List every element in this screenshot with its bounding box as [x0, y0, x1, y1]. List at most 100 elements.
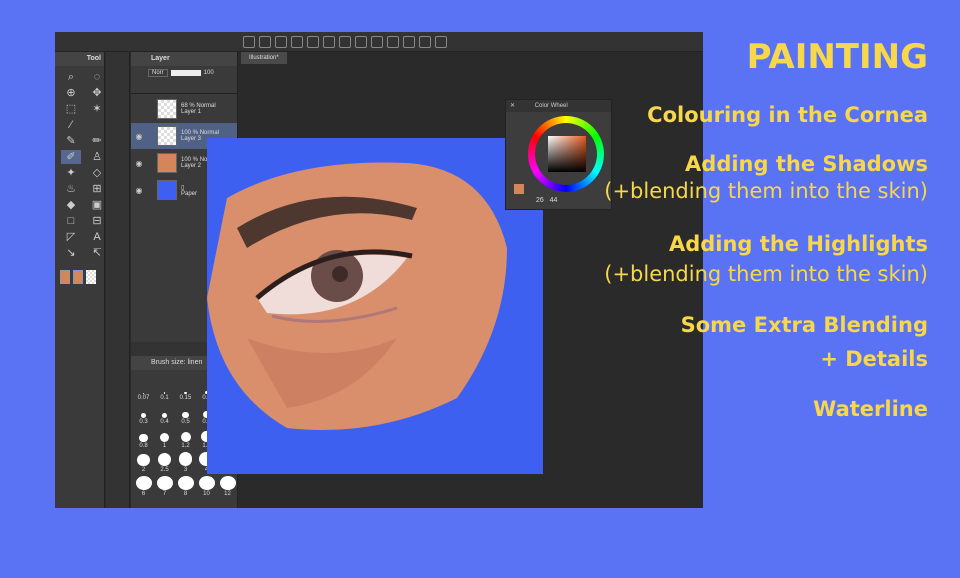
shape-tool-icon[interactable]: □	[61, 214, 81, 228]
brush-size-option[interactable]: 0.07	[134, 380, 153, 402]
main-toolbar	[55, 32, 703, 52]
tool-panel: Tool ⌕ ◌ ⊕ ✥ ⬚ ✶ ⁄ ✎ ✏ ✐ ♙ ✦ ◇ ♨ ⊞ ◆ ▣ □ ⊟ ◸ A ↘ ↸	[55, 52, 105, 508]
selection-icon[interactable]	[339, 36, 351, 48]
selection-tool-icon[interactable]: ⬚	[61, 102, 81, 116]
main-color-swatch[interactable]	[60, 270, 70, 284]
step-3: Adding the Highlights	[668, 232, 928, 256]
brush-preview-dot	[139, 433, 148, 442]
brush-size-option[interactable]: 10	[197, 476, 216, 498]
open-icon[interactable]	[291, 36, 303, 48]
brush-size-option[interactable]: 0.5	[176, 404, 195, 426]
snap-icon[interactable]	[403, 36, 415, 48]
brush-size-option[interactable]: 0.1	[155, 380, 174, 402]
blend-mode-select[interactable]: Norr	[148, 69, 168, 77]
move-tool-icon[interactable]: ✥	[87, 86, 107, 100]
magic-wand-icon[interactable]: ✶	[87, 102, 107, 116]
current-color[interactable]	[514, 184, 524, 194]
brush-preview-dot	[143, 393, 144, 394]
close-icon[interactable]: ✕	[510, 103, 515, 109]
brush-size-label: 10	[203, 491, 210, 497]
transform-icon[interactable]	[323, 36, 335, 48]
correct-line-icon[interactable]: ↸	[87, 246, 107, 260]
brush-size-option[interactable]: 0.3	[134, 404, 153, 426]
brush-size-option[interactable]: 3	[176, 452, 195, 474]
color-swatches	[55, 264, 104, 290]
brush-size-label: 12	[224, 491, 231, 497]
brush-preview-dot	[159, 432, 170, 442]
rotate-tool-icon[interactable]: ◌	[87, 70, 107, 84]
undo-icon[interactable]	[243, 36, 255, 48]
side-icon-strip	[106, 52, 130, 508]
opacity-slider[interactable]	[170, 70, 201, 76]
layer-mode: Normal	[199, 130, 220, 136]
eye-icon[interactable]: ◉	[131, 159, 147, 168]
step-3-note: (+blending them into the skin)	[604, 262, 928, 286]
brush-size-label: 6	[141, 491, 146, 497]
transparent-color-swatch[interactable]	[86, 270, 96, 284]
color-wheel-title: Color Wheel	[534, 103, 568, 109]
airbrush-tool-icon[interactable]: ♙	[87, 150, 107, 164]
pencil-tool-icon[interactable]: ✏	[87, 134, 107, 148]
opacity-value[interactable]: 100	[204, 70, 214, 76]
balloon-tool-icon[interactable]: ↘	[61, 246, 81, 260]
step-2: Adding the Shadows	[685, 152, 928, 176]
layer-row[interactable]: 68 % Normal Layer 1	[131, 96, 237, 122]
brush-size-label: 0.3	[139, 419, 148, 425]
brush-size-option[interactable]: 1	[155, 428, 174, 450]
step-5: Waterline	[813, 397, 928, 421]
brush-preview-dot	[198, 476, 215, 490]
frame-tool-icon[interactable]: ⊟	[87, 214, 107, 228]
eye-icon[interactable]: ◉	[131, 132, 147, 141]
brush-size-option[interactable]: 0.8	[134, 428, 153, 450]
brush-size-option[interactable]: 2	[134, 452, 153, 474]
blend-tool-icon[interactable]: ♨	[61, 182, 81, 196]
brush-tool-icon[interactable]: ✐	[61, 150, 81, 164]
brush-size-option[interactable]: 0.4	[155, 404, 174, 426]
brush-size-option[interactable]: 6	[134, 476, 153, 498]
layer-panel-title: Layer	[131, 52, 237, 66]
eye-icon[interactable]: ◉	[131, 186, 147, 195]
sub-color-swatch[interactable]	[73, 270, 83, 284]
brush-size-option[interactable]: 2.5	[155, 452, 174, 474]
fill-icon[interactable]	[355, 36, 367, 48]
brush-size-label: 0.8	[139, 443, 148, 449]
eye-painting	[207, 162, 507, 430]
brush-size-option[interactable]: 12	[218, 476, 237, 498]
pen-pressure-icon[interactable]	[419, 36, 431, 48]
saturation-value: 44	[549, 197, 558, 204]
eyedropper-icon[interactable]: ⁄	[61, 118, 81, 132]
layer-thumbnail	[157, 126, 177, 146]
ruler-tool-icon[interactable]: ◸	[61, 230, 81, 244]
drawing-canvas[interactable]	[207, 138, 543, 474]
brush-preview-dot	[156, 476, 173, 490]
operation-tool-icon[interactable]: ⊕	[61, 86, 81, 100]
save-icon[interactable]	[307, 36, 319, 48]
brush-preview-dot	[158, 453, 171, 466]
text-tool-icon[interactable]: A	[87, 230, 107, 244]
layer-name: Layer 1	[181, 109, 202, 115]
brush-size-option[interactable]: 0.15	[176, 380, 195, 402]
layer-icon[interactable]	[435, 36, 447, 48]
crop-icon[interactable]	[371, 36, 383, 48]
figure-tool-icon[interactable]: ⊞	[87, 182, 107, 196]
saturation-value-square[interactable]	[548, 136, 586, 172]
eraser-tool-icon[interactable]: ◇	[87, 166, 107, 180]
brush-preview-dot	[161, 412, 168, 418]
pen-tool-icon[interactable]: ✎	[61, 134, 81, 148]
brush-size-option[interactable]: 7	[155, 476, 174, 498]
zoom-tool-icon[interactable]: ⌕	[61, 70, 81, 84]
gradient-tool-icon[interactable]: ▣	[87, 198, 107, 212]
hue-value: 26	[536, 197, 544, 204]
decoration-tool-icon[interactable]: ✦	[61, 166, 81, 180]
document-tab[interactable]: Illustration*	[241, 52, 287, 64]
ruler-icon[interactable]	[387, 36, 399, 48]
brush-preview-dot	[184, 391, 187, 394]
brush-preview-dot	[178, 452, 193, 466]
brush-size-option[interactable]: 1.2	[176, 428, 195, 450]
brush-preview-dot	[177, 476, 194, 490]
brush-size-option[interactable]: 8	[176, 476, 195, 498]
redo-icon[interactable]	[259, 36, 271, 48]
fill-tool-icon[interactable]: ◆	[61, 198, 81, 212]
new-file-icon[interactable]	[275, 36, 287, 48]
brush-size-label: 2	[141, 467, 146, 473]
